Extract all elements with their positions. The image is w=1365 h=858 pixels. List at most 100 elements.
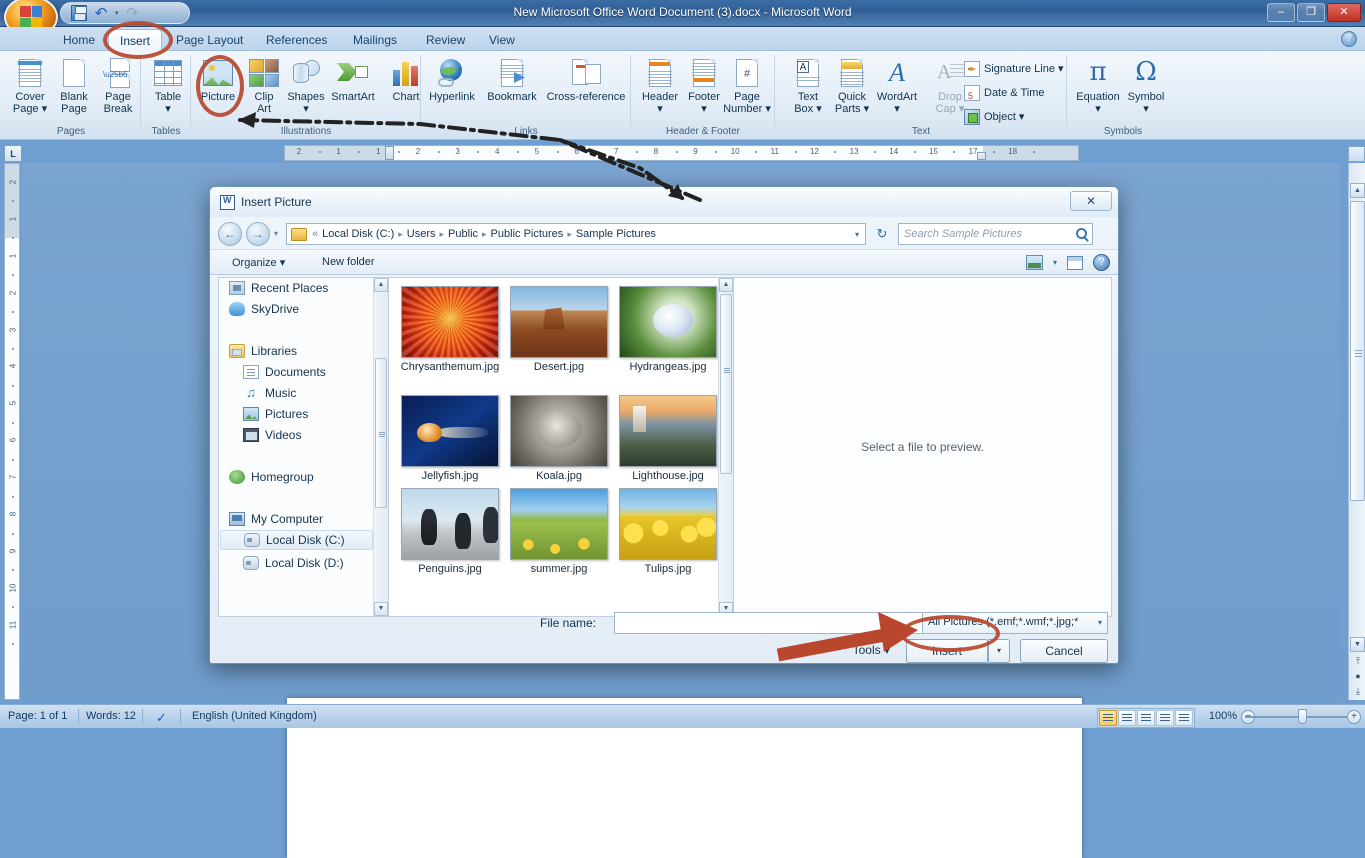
restore-button[interactable]: ❐ <box>1297 3 1325 22</box>
hyperlink-button[interactable]: Hyperlink <box>424 55 480 103</box>
previous-page-button[interactable]: ⤒ <box>1353 656 1363 666</box>
file-item[interactable]: Hydrangeas.jpg <box>615 286 721 374</box>
file-item[interactable]: Koala.jpg <box>506 395 612 483</box>
next-page-button[interactable]: ⤓ <box>1353 686 1363 696</box>
back-button[interactable]: ← <box>218 222 242 246</box>
refresh-icon[interactable]: ↻ <box>871 223 893 245</box>
date-time-button[interactable]: Date & Time <box>962 83 1045 103</box>
signature-line-button[interactable]: Signature Line ▾ <box>962 59 1064 79</box>
tab-stop-selector[interactable]: L <box>4 145 22 162</box>
zoom-level[interactable]: 100% <box>1209 710 1237 722</box>
undo-dropdown-caret[interactable]: ▾ <box>115 9 119 17</box>
object-button[interactable]: Object ▾ <box>962 107 1024 127</box>
file-item[interactable]: Lighthouse.jpg <box>615 395 721 483</box>
tools-button[interactable]: Tools ▾ <box>853 643 890 657</box>
horizontal-ruler[interactable]: 211234567891011121314151718 <box>284 145 1079 161</box>
table-button[interactable]: Table ▾ <box>142 55 194 115</box>
organize-button[interactable]: Organize ▾ <box>232 256 285 269</box>
file-scroll-up-button[interactable]: ▲ <box>719 278 733 292</box>
tab-review[interactable]: Review <box>415 29 476 51</box>
scroll-thumb[interactable] <box>1350 201 1365 501</box>
breadcrumb-local-disk-c[interactable]: Local Disk (C:) <box>320 228 396 240</box>
view-mode-buttons[interactable] <box>1097 708 1195 728</box>
draft-view-button[interactable] <box>1175 710 1193 726</box>
vertical-scrollbar[interactable]: ▲ ▼ ⤒ ● ⤓ <box>1348 163 1365 700</box>
first-line-indent-marker[interactable] <box>385 146 394 160</box>
nav-item-skydrive[interactable]: SkyDrive <box>229 299 299 319</box>
vertical-ruler[interactable]: 211234567891011 <box>4 163 20 700</box>
nav-item-pictures[interactable]: Pictures <box>243 404 308 424</box>
symbol-button[interactable]: Ω Symbol ▾ <box>1120 55 1172 115</box>
split-view-button[interactable] <box>1348 146 1365 162</box>
file-type-filter-caret[interactable]: ▾ <box>1098 618 1102 627</box>
quick-access-toolbar[interactable]: ↶ ▾ ↷ <box>60 2 190 24</box>
help-icon[interactable]: ? <box>1093 254 1110 271</box>
redo-icon[interactable]: ↷ <box>125 5 141 21</box>
tab-view[interactable]: View <box>478 29 526 51</box>
nav-item-my-computer[interactable]: My Computer <box>229 509 323 529</box>
breadcrumb-public[interactable]: Public <box>446 228 480 240</box>
file-item[interactable]: Chrysanthemum.jpg <box>397 286 503 374</box>
address-dropdown-caret[interactable]: ▾ <box>855 230 859 239</box>
forward-button[interactable]: → <box>246 222 270 246</box>
select-browse-object-button[interactable]: ● <box>1353 671 1363 681</box>
window-controls[interactable]: – ❐ ✕ <box>1267 3 1361 22</box>
file-scroll-thumb[interactable] <box>720 294 732 474</box>
ribbon-help-icon[interactable]: ? <box>1341 31 1357 47</box>
file-item[interactable]: Penguins.jpg <box>397 488 503 576</box>
nav-item-local-disk-c[interactable]: Local Disk (C:) <box>220 530 373 550</box>
nav-item-libraries[interactable]: Libraries <box>229 341 297 361</box>
tab-page-layout[interactable]: Page Layout <box>165 29 254 51</box>
preview-pane-toggle-icon[interactable] <box>1067 256 1083 270</box>
nav-scroll-up-button[interactable]: ▲ <box>374 278 388 292</box>
tab-home[interactable]: Home <box>52 29 106 51</box>
tab-mailings[interactable]: Mailings <box>342 29 408 51</box>
nav-item-videos[interactable]: Videos <box>243 425 301 445</box>
dialog-close-button[interactable]: ✕ <box>1070 191 1112 211</box>
file-list-scrollbar[interactable]: ▲ ▼ <box>718 278 733 616</box>
file-item[interactable]: Desert.jpg <box>506 286 612 374</box>
nav-item-homegroup[interactable]: Homegroup <box>229 467 314 487</box>
navigation-pane[interactable]: Recent Places SkyDrive Libraries Documen… <box>218 277 388 617</box>
file-item[interactable]: Tulips.jpg <box>615 488 721 576</box>
scroll-down-button[interactable]: ▼ <box>1350 637 1365 652</box>
file-list[interactable]: Chrysanthemum.jpg Desert.jpg Hydrangeas.… <box>388 277 734 617</box>
page-break-button[interactable]: \u25b6 Page Break <box>92 55 144 115</box>
nav-scroll-thumb[interactable] <box>375 358 387 508</box>
full-screen-reading-view-button[interactable] <box>1118 710 1136 726</box>
language-indicator[interactable]: English (United Kingdom) <box>192 710 317 722</box>
new-folder-button[interactable]: New folder <box>322 256 375 268</box>
undo-icon[interactable]: ↶ <box>93 5 109 21</box>
nav-item-local-disk-d[interactable]: Local Disk (D:) <box>243 553 344 573</box>
zoom-slider-handle[interactable] <box>1298 709 1307 724</box>
zoom-in-button[interactable]: + <box>1347 710 1361 724</box>
breadcrumb-sample-pictures[interactable]: Sample Pictures <box>574 228 658 240</box>
close-button[interactable]: ✕ <box>1327 3 1361 22</box>
insert-picture-dialog[interactable]: Insert Picture ✕ ← → ▾ « Local Disk (C:)… <box>209 186 1119 664</box>
breadcrumb-public-pictures[interactable]: Public Pictures <box>489 228 566 240</box>
nav-item-documents[interactable]: Documents <box>243 362 326 382</box>
outline-view-button[interactable] <box>1156 710 1174 726</box>
bookmark-button[interactable]: Bookmark <box>482 55 542 103</box>
cross-reference-button[interactable]: Cross-reference <box>544 55 628 103</box>
equation-button[interactable]: π Equation ▾ <box>1072 55 1124 115</box>
breadcrumb-users[interactable]: Users <box>405 228 438 240</box>
web-layout-view-button[interactable] <box>1137 710 1155 726</box>
spell-check-icon[interactable]: ✓ <box>156 710 167 726</box>
file-item[interactable]: Jellyfish.jpg <box>397 395 503 483</box>
right-indent-marker[interactable] <box>977 152 986 160</box>
save-icon[interactable] <box>71 5 87 21</box>
print-layout-view-button[interactable] <box>1099 710 1117 726</box>
view-options-icon[interactable] <box>1026 255 1043 270</box>
tab-references[interactable]: References <box>255 29 338 51</box>
page-number-button[interactable]: # Page Number ▾ <box>720 55 774 115</box>
history-dropdown-caret[interactable]: ▾ <box>274 229 278 238</box>
wordart-button[interactable]: A WordArt ▾ <box>870 55 924 115</box>
page-indicator[interactable]: Page: 1 of 1 <box>8 710 67 722</box>
file-item[interactable]: summer.jpg <box>506 488 612 576</box>
search-box[interactable]: Search Sample Pictures <box>898 223 1093 245</box>
address-bar[interactable]: « Local Disk (C:) ▸ Users ▸ Public ▸ Pub… <box>286 223 866 245</box>
nav-pane-scrollbar[interactable]: ▲ ▼ <box>373 278 388 616</box>
minimize-button[interactable]: – <box>1267 3 1295 22</box>
nav-item-recent-places[interactable]: Recent Places <box>229 278 328 298</box>
